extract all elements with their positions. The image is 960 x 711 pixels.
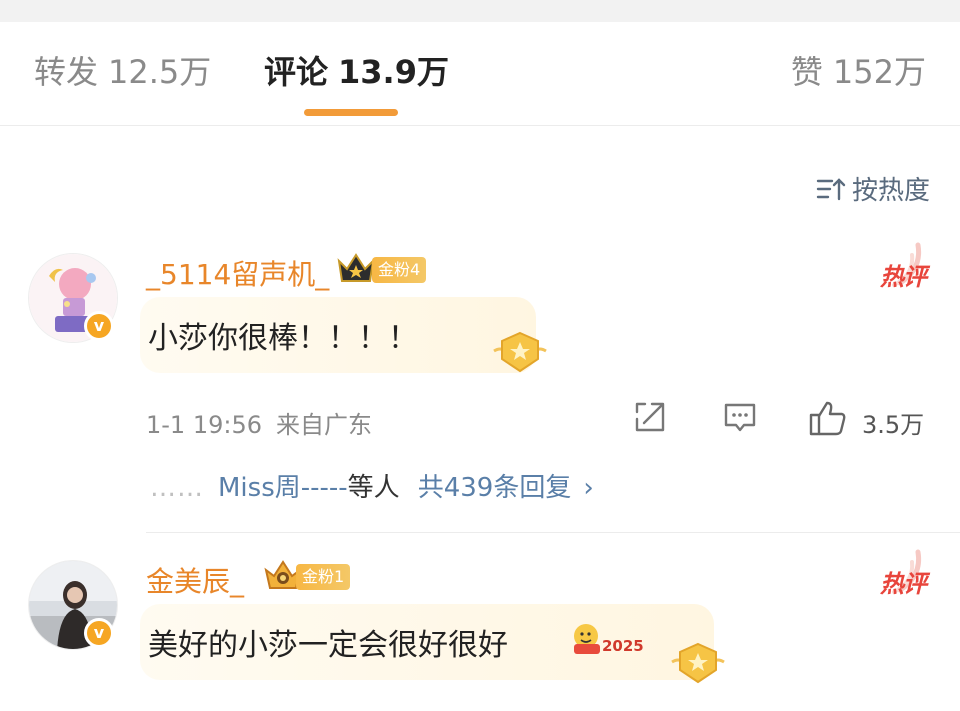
username[interactable]: 金美辰_ (146, 560, 244, 600)
tab-likes-label: 赞 (790, 53, 823, 91)
share-icon[interactable] (632, 399, 668, 435)
sort-label: 按热度 (851, 176, 930, 206)
tab-comments-label: 评论 (264, 53, 329, 91)
tab-bar: 转发 12.5万 评论 13.9万 赞 152万 (0, 22, 960, 126)
reply-total[interactable]: 共439条回复 (418, 473, 572, 503)
comment-divider (146, 532, 960, 533)
tab-comments[interactable]: 评论 13.9万 (264, 50, 449, 94)
verified-badge-icon: v (84, 618, 114, 648)
crown-icon (337, 253, 375, 282)
tab-likes-count: 152万 (832, 53, 926, 91)
reply-dots: …… (150, 473, 204, 503)
hot-comment-tag: 热评 (880, 263, 927, 291)
reply-icon[interactable] (722, 399, 758, 435)
sort-button[interactable]: 按热度 (816, 170, 930, 207)
tab-comments-count: 13.9万 (338, 53, 449, 91)
comment-source: 来自广东 (276, 411, 372, 439)
reply-preview[interactable]: …… Miss周-----等人 共439条回复 › (150, 467, 594, 504)
reply-user[interactable]: Miss周----- (218, 473, 348, 503)
comment-text: 美好的小莎一定会很好很好 (148, 628, 508, 663)
reply-others: 等人 (347, 473, 400, 503)
top-strip (0, 0, 960, 22)
username[interactable]: _5114留声机_ (146, 253, 329, 293)
sort-icon (816, 177, 846, 200)
like-icon[interactable] (808, 399, 848, 437)
tab-forward-label: 转发 (34, 53, 99, 91)
fan-badge: 金粉4 (372, 257, 427, 283)
tab-forward-count: 12.5万 (108, 53, 212, 91)
active-tab-indicator (304, 109, 398, 116)
tab-likes[interactable]: 赞 152万 (791, 50, 926, 94)
comment-time: 1-1 19:56 (146, 411, 262, 439)
tab-forward[interactable]: 转发 12.5万 (34, 50, 211, 94)
verified-badge-icon: v (84, 311, 114, 341)
like-count: 3.5万 (862, 411, 925, 439)
comment-meta: 1-1 19:56 来自广东 (146, 405, 372, 440)
chevron-right-icon: › (583, 473, 594, 503)
hot-comment-tag: 热评 (880, 570, 927, 598)
medal-icon (493, 331, 547, 373)
emoji-year-text: 2025 (602, 637, 644, 655)
medal-icon (671, 642, 725, 684)
new-year-emoji-icon: 2025 (574, 624, 644, 655)
fan-badge: 金粉1 (296, 564, 351, 590)
comment-text: 小莎你很棒！！！！ (148, 321, 418, 356)
